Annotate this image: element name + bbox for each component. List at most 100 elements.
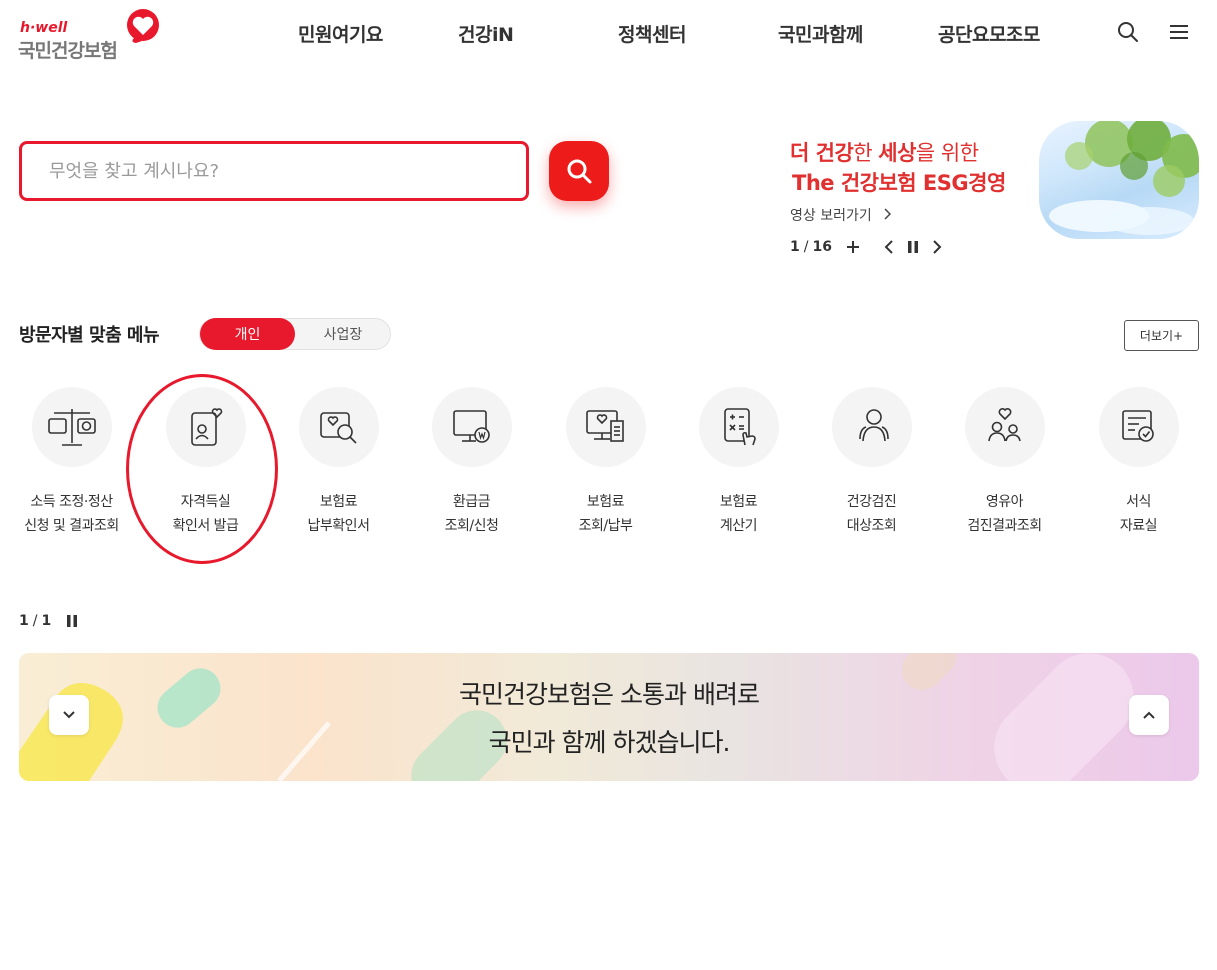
message-line-2: 국민과 함께 하겠습니다. — [488, 728, 731, 757]
menu-item-label-line: 조회/납부 — [578, 518, 633, 534]
menu-item-premium-inquiry[interactable]: 보험료 조회/납부 — [539, 387, 672, 547]
tree-leaves-image — [1049, 121, 1199, 235]
search-icon — [567, 159, 592, 184]
menu-item-label-line: 납부확인서 — [307, 518, 370, 534]
menu-item-income-adjust[interactable]: 소득 조정·정산 신청 및 결과조회 — [5, 387, 138, 547]
scale-icon — [48, 409, 96, 446]
banner-video-link-label: 영상 보러가기 — [790, 208, 872, 224]
menu-item-label-line: 대상조회 — [846, 518, 897, 534]
chevron-left-icon[interactable] — [880, 238, 898, 256]
document-check-icon — [1122, 410, 1154, 442]
nav-item-policy-center[interactable]: 정책센터 — [618, 20, 686, 47]
visitor-type-toggle: 개인 사업장 — [199, 318, 391, 350]
search-heart-icon — [320, 412, 357, 444]
menu-item-label: 보험료 조회/납부 — [539, 490, 672, 538]
menu-item-label-line: 자료실 — [1119, 518, 1158, 534]
heart-logo-icon — [127, 9, 159, 43]
menu-item-label-line: 자격득실 — [180, 494, 231, 510]
banner-counter-total: 16 — [812, 239, 832, 255]
id-card-heart-icon — [191, 408, 223, 446]
banner-decoration — [19, 653, 1134, 781]
pager-separator: / — [32, 613, 38, 629]
tab-business[interactable]: 사업장 — [295, 318, 391, 350]
pager-current: 1 — [19, 613, 29, 629]
pause-icon[interactable] — [904, 238, 922, 256]
nav-item-health-in[interactable]: 건강iN — [458, 20, 514, 47]
menu-item-label: 환급금 조회/신청 — [405, 490, 538, 538]
banner-counter-separator: / — [803, 239, 809, 255]
menu-item-health-checkup[interactable]: 건강검진 대상조회 — [805, 387, 938, 547]
menu-item-infant-checkup[interactable]: 영유아 검진결과조회 — [938, 387, 1071, 547]
plus-icon[interactable] — [844, 238, 862, 256]
menu-icon[interactable] — [1167, 20, 1191, 44]
menu-item-label: 영유아 검진결과조회 — [938, 490, 1071, 538]
menu-pager: 1 / 1 — [19, 612, 81, 630]
menu-item-label-line: 영유아 — [985, 494, 1024, 510]
site-logo[interactable]: h·well 국민건강보험 — [18, 8, 168, 62]
chevron-up-icon — [1143, 711, 1155, 719]
banner-subheadline: The 건강보험 ESG경영 — [792, 171, 1006, 195]
banner-image[interactable] — [1039, 121, 1199, 239]
menu-item-label-line: 소득 조정·정산 — [30, 494, 113, 510]
menu-item-label-line: 조회/신청 — [444, 518, 499, 534]
banner-headline-part: 세상 — [878, 141, 916, 165]
tab-personal[interactable]: 개인 — [200, 318, 295, 350]
banner-collapse-button[interactable] — [1129, 695, 1169, 735]
nav-item-with-people[interactable]: 국민과함께 — [778, 20, 863, 47]
logo-name: 국민건강보험 — [18, 40, 118, 62]
more-button[interactable]: 더보기+ — [1124, 320, 1199, 351]
banner-slider-controls: 1 / 16 — [790, 238, 946, 256]
menu-item-icon-wrap — [699, 387, 779, 467]
banner-headline-part: 한 — [853, 141, 879, 165]
menu-item-label-line: 건강검진 — [846, 494, 897, 510]
search-icon[interactable] — [1116, 20, 1140, 44]
menu-item-icon-wrap — [32, 387, 112, 467]
menu-item-qualification-certificate[interactable]: 자격득실 확인서 발급 — [139, 387, 272, 547]
menu-item-icon-wrap — [299, 387, 379, 467]
menu-item-label: 보험료 납부확인서 — [272, 490, 405, 538]
menu-item-label: 자격득실 확인서 발급 — [139, 490, 272, 538]
menu-item-label-line: 신청 및 결과조회 — [24, 518, 119, 534]
calculator-icon — [724, 408, 756, 446]
logo-tagline: h·well — [20, 20, 68, 36]
pause-icon[interactable] — [63, 612, 81, 630]
banner-headline: 더 건강한 세상을 위한 — [790, 137, 979, 167]
banner-headline-part: 을 위한 — [915, 141, 979, 165]
menu-item-label-line: 검진결과조회 — [967, 518, 1042, 534]
banner-headline-part: 더 건강 — [790, 141, 854, 165]
menu-item-forms-library[interactable]: 서식 자료실 — [1072, 387, 1205, 547]
menu-item-label-line: 환급금 — [452, 494, 491, 510]
search-box — [19, 141, 529, 201]
search-input[interactable] — [49, 160, 499, 182]
menu-item-label-line: 확인서 발급 — [172, 518, 239, 534]
menu-item-icon-wrap — [566, 387, 646, 467]
message-banner: 국민건강보험은 소통과 배려로 국민과 함께 하겠습니다. — [19, 653, 1199, 781]
menu-item-icon-wrap — [965, 387, 1045, 467]
menu-item-payment-confirmation[interactable]: 보험료 납부확인서 — [272, 387, 405, 547]
monitor-won-icon — [453, 410, 490, 443]
banner-video-link[interactable]: 영상 보러가기 — [790, 205, 892, 225]
menu-item-icon-wrap — [166, 387, 246, 467]
menu-item-label-line: 보험료 — [586, 494, 625, 510]
menu-item-label-line: 보험료 — [719, 494, 758, 510]
search-button[interactable] — [549, 141, 609, 201]
menu-item-label: 서식 자료실 — [1072, 490, 1205, 538]
menu-item-icon-wrap — [1099, 387, 1179, 467]
menu-item-label-line: 서식 — [1126, 494, 1151, 510]
family-heart-icon — [988, 408, 1021, 442]
chevron-right-icon — [884, 208, 892, 220]
nav-item-minwon[interactable]: 민원여기요 — [298, 20, 383, 47]
banner-expand-button[interactable] — [49, 695, 89, 735]
visitor-menu-title: 방문자별 맞춤 메뉴 — [19, 325, 160, 346]
menu-item-refund[interactable]: 환급금 조회/신청 — [405, 387, 538, 547]
menu-item-premium-calculator[interactable]: 보험료 계산기 — [672, 387, 805, 547]
menu-item-label: 건강검진 대상조회 — [805, 490, 938, 538]
monitor-receipt-icon — [586, 410, 624, 442]
chevron-right-icon[interactable] — [928, 238, 946, 256]
menu-item-icon-wrap — [832, 387, 912, 467]
banner-counter-current: 1 — [790, 239, 800, 255]
site-header: h·well 국민건강보험 민원여기요 건강iN 정책센터 국민과함께 공단요모… — [0, 0, 1217, 70]
nav-item-about[interactable]: 공단요모조모 — [938, 20, 1040, 47]
menu-item-icon-wrap — [432, 387, 512, 467]
people-icon — [859, 409, 889, 442]
